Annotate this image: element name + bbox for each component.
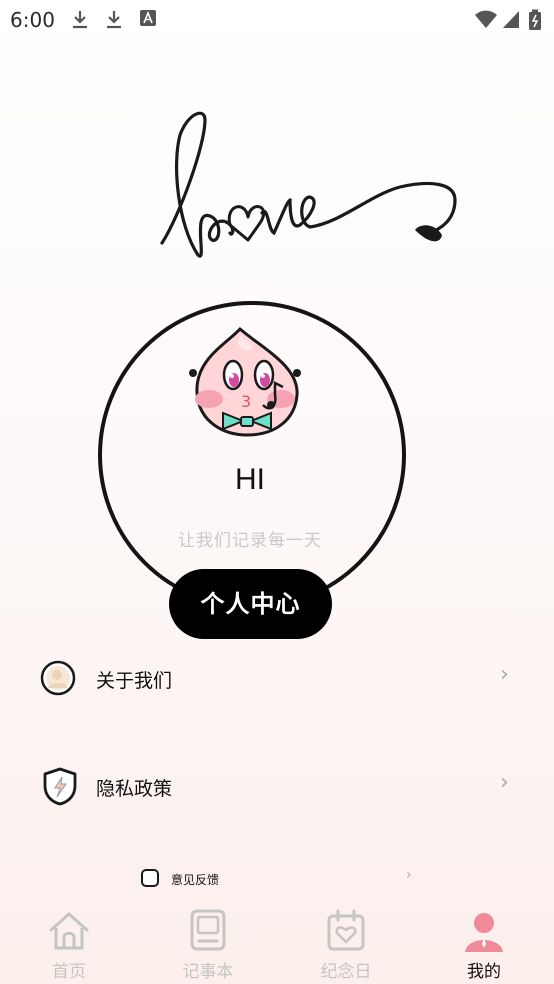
home-icon <box>49 912 89 950</box>
status-time: 6:00 <box>10 8 55 32</box>
battery-icon <box>529 9 541 30</box>
nav-item-anniversary[interactable]: 纪念日 <box>296 900 396 984</box>
peach-mascot-avatar: 3 <box>189 326 301 437</box>
nav-label-home: 首页 <box>52 962 86 982</box>
chevron-right-icon: › <box>500 770 509 795</box>
menu-label-feedback: 意见反馈 <box>171 873 220 887</box>
menu-item-privacy[interactable]: 隐私政策 › <box>0 756 554 816</box>
user-avatar-icon <box>40 660 76 696</box>
nav-label-anniversary: 纪念日 <box>320 962 372 982</box>
menu-item-feedback[interactable]: 意见反馈 › <box>0 862 554 896</box>
menu-item-about[interactable]: 关于我们 › <box>0 648 554 708</box>
bottom-nav: 首页 记事本 纪念日 我的 <box>0 900 554 984</box>
feedback-checkbox-icon <box>141 869 159 887</box>
chevron-right-icon: › <box>500 662 509 687</box>
shield-icon <box>43 767 77 806</box>
person-icon <box>465 913 503 952</box>
menu-label-privacy: 隐私政策 <box>96 778 173 800</box>
signal-icon <box>503 11 519 28</box>
nav-label-notebook: 记事本 <box>182 962 234 982</box>
nav-label-mine: 我的 <box>467 962 501 982</box>
svg-text:3: 3 <box>241 392 251 411</box>
download-icon <box>107 11 121 29</box>
nav-item-notebook[interactable]: 记事本 <box>158 900 258 984</box>
greeting-subtitle: 让我们记录每一天 <box>178 531 322 551</box>
personal-center-button[interactable]: 个人中心 <box>169 569 332 639</box>
love-handwriting-logo <box>160 111 457 258</box>
font-icon <box>140 10 156 26</box>
status-bar: 6:00 <box>0 0 554 38</box>
wifi-icon <box>475 10 497 28</box>
greeting-text: HI <box>235 463 265 496</box>
nav-item-mine[interactable]: 我的 <box>434 900 534 984</box>
nav-item-home[interactable]: 首页 <box>19 900 119 984</box>
download-icon <box>73 11 87 29</box>
calendar-heart-icon <box>327 909 365 951</box>
notebook-icon <box>190 909 226 951</box>
menu-label-about: 关于我们 <box>96 670 173 692</box>
chevron-right-icon: › <box>406 867 412 883</box>
